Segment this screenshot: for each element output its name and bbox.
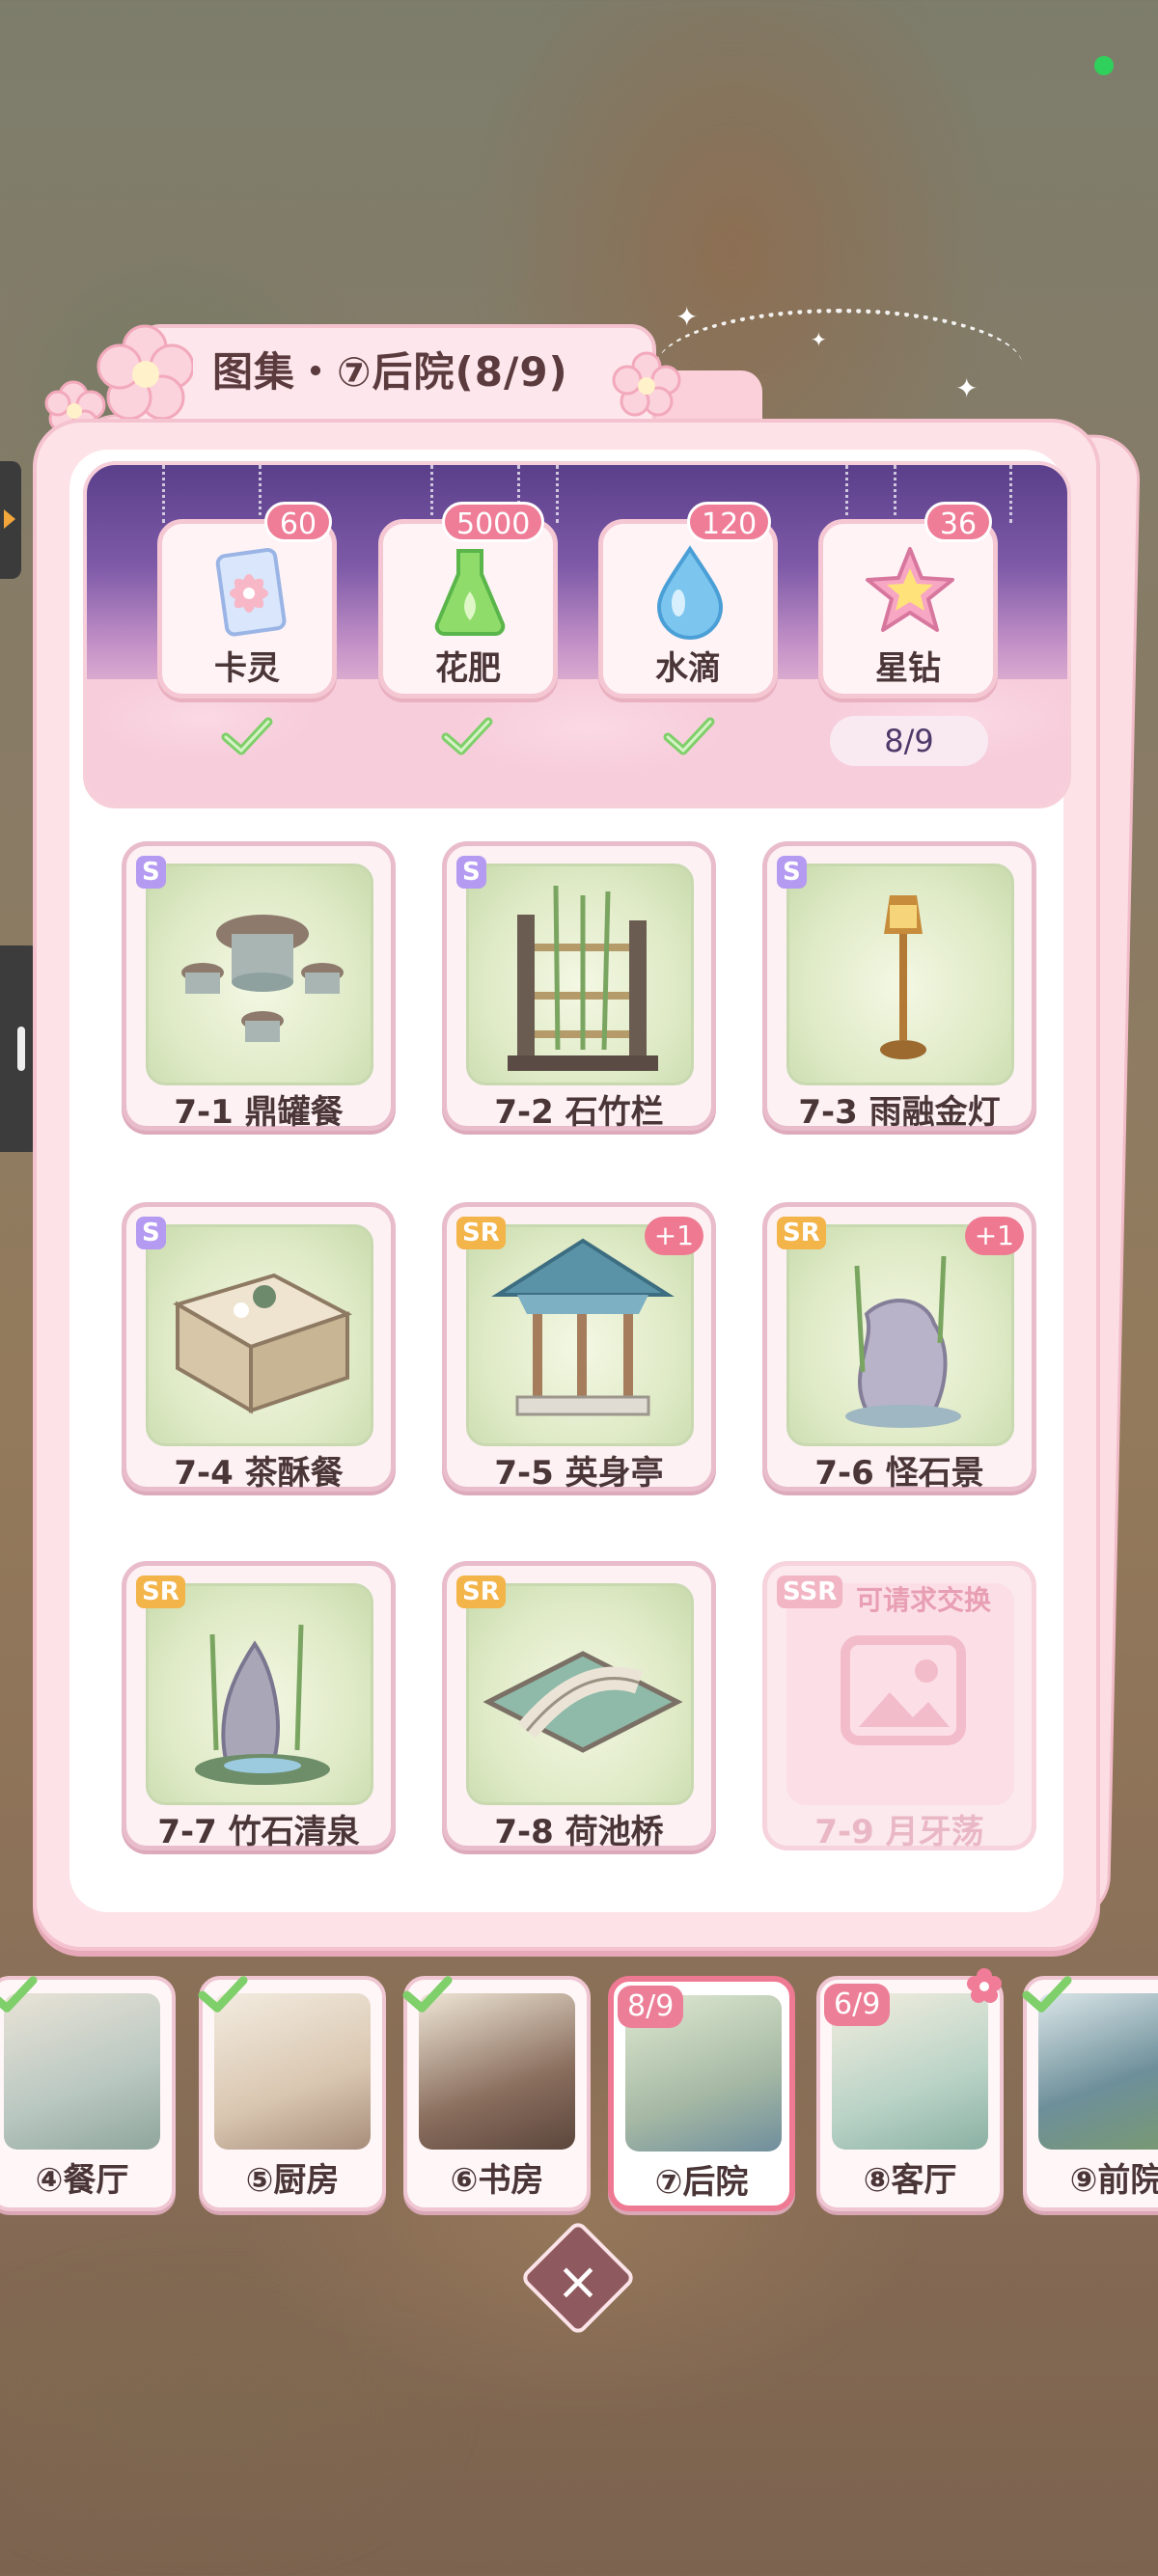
collection-item[interactable]: S 7-1 鼎罐餐 <box>122 841 396 1132</box>
item-name: 7-8 荷池桥 <box>494 1813 664 1851</box>
rarity-badge: S <box>777 856 807 889</box>
reward-card-water[interactable]: 水滴 <box>598 519 778 699</box>
reward-label: 星钻 <box>875 649 941 688</box>
decor-dotted-arc <box>656 309 1023 425</box>
reward-count-badge: 60 <box>264 502 332 542</box>
room-tab[interactable]: ⑥书房 <box>402 1976 591 2211</box>
room-tab[interactable]: ④餐厅 <box>0 1976 176 2211</box>
item-name: 7-7 竹石清泉 <box>157 1813 360 1851</box>
room-label: ⑤厨房 <box>245 2161 340 2200</box>
lotus-bridge-icon <box>482 1651 683 1753</box>
rarity-badge: SR <box>456 1576 506 1608</box>
check-icon <box>441 717 493 755</box>
bamboo-spring-icon <box>195 1624 330 1785</box>
collection-item[interactable]: S 7-2 石竹栏 <box>442 841 716 1132</box>
item-name: 7-6 怪石景 <box>814 1454 984 1493</box>
flower-icon <box>967 1968 1002 2003</box>
reward-count-badge: 36 <box>924 502 992 542</box>
room-label: ⑥书房 <box>450 2161 544 2200</box>
reward-label: 卡灵 <box>214 649 280 688</box>
fertilizer-flask-icon <box>434 549 506 636</box>
rarity-badge: SR <box>777 1217 826 1249</box>
sparkle-icon: ✦ <box>676 301 699 333</box>
pavilion-icon <box>491 1238 675 1416</box>
water-drop-icon <box>656 545 724 640</box>
collection-item[interactable]: SR 7-8 荷池桥 <box>442 1561 716 1851</box>
side-expand-tab[interactable] <box>0 461 21 579</box>
sparkle-icon: ✦ <box>955 372 979 404</box>
item-name: 7-1 鼎罐餐 <box>174 1093 344 1132</box>
check-icon <box>1022 1976 1072 2013</box>
collection-item-locked[interactable]: SSR 可请求交换 7-9 月牙荡 <box>762 1561 1036 1851</box>
page-title: 图集・⑦后院(8/9) <box>212 348 568 396</box>
sparkle-icon: ✦ <box>811 328 827 351</box>
strange-rock-icon <box>845 1255 961 1428</box>
check-icon <box>663 717 715 755</box>
room-label: ④餐厅 <box>35 2161 129 2200</box>
rarity-badge: S <box>136 1217 166 1249</box>
room-tab[interactable]: ⑨前院 <box>1022 1976 1158 2211</box>
room-label: ⑨前院 <box>1069 2161 1158 2200</box>
star-diamond-icon <box>866 547 954 632</box>
room-label: ⑦后院 <box>654 2163 749 2202</box>
collection-item[interactable]: SR 7-7 竹石清泉 <box>122 1561 396 1851</box>
item-name: 7-9 月牙荡 <box>814 1813 984 1851</box>
cherry-blossom-icon <box>44 324 193 430</box>
rarity-badge: SR <box>136 1576 185 1608</box>
room-progress-badge: 8/9 <box>618 1986 684 2028</box>
reward-card-spirit[interactable]: 卡灵 <box>157 519 337 699</box>
reward-label: 水滴 <box>655 649 721 688</box>
room-tab[interactable]: ⑤厨房 <box>198 1976 386 2211</box>
rarity-badge: S <box>456 856 486 889</box>
status-indicator-dot <box>1094 56 1114 75</box>
room-progress-badge: 6/9 <box>824 1984 891 2026</box>
duplicate-count-badge: +1 <box>964 1217 1024 1255</box>
tea-table-icon <box>172 1273 353 1414</box>
bamboo-fence-icon <box>508 885 658 1071</box>
reward-label: 花肥 <box>435 649 501 688</box>
reward-progress: 8/9 <box>830 716 988 766</box>
check-icon <box>198 1976 248 2013</box>
check-icon <box>221 717 273 755</box>
collection-item[interactable]: SR +1 7-6 怪石景 <box>762 1202 1036 1493</box>
item-name: 7-5 英身亭 <box>494 1454 664 1493</box>
duplicate-count-badge: +1 <box>644 1217 703 1255</box>
check-icon <box>402 1976 453 2013</box>
rarity-badge: SSR <box>777 1576 843 1608</box>
rarity-badge: SR <box>456 1217 506 1249</box>
collection-item[interactable]: S 7-3 雨融金灯 <box>762 841 1036 1132</box>
reward-card-star-diamond[interactable]: 星钻 <box>818 519 998 699</box>
reward-count-badge: 120 <box>687 502 772 542</box>
collection-item[interactable]: S 7-4 茶酥餐 <box>122 1202 396 1493</box>
request-exchange-label[interactable]: 可请求交换 <box>856 1579 991 1618</box>
rarity-badge: S <box>136 856 166 889</box>
close-icon: × <box>556 2251 600 2312</box>
card-icon <box>215 547 287 637</box>
item-name: 7-3 雨融金灯 <box>798 1093 1001 1132</box>
room-tab[interactable]: 6/9 ⑧客厅 <box>816 1968 1004 2211</box>
stone-table-set-icon <box>181 915 344 1042</box>
golden-lamp-icon <box>880 895 926 1059</box>
item-name: 7-4 茶酥餐 <box>174 1454 344 1493</box>
reward-count-badge: 5000 <box>442 502 545 542</box>
collection-item[interactable]: SR +1 7-5 英身亭 <box>442 1202 716 1493</box>
room-label: ⑧客厅 <box>863 2161 957 2200</box>
room-tab-active[interactable]: 8/9 ⑦后院 <box>608 1976 795 2211</box>
check-icon <box>0 1976 38 2013</box>
reward-card-fertilizer[interactable]: 花肥 <box>378 519 558 699</box>
item-name: 7-2 石竹栏 <box>494 1093 664 1132</box>
image-placeholder-icon <box>841 1635 966 1745</box>
